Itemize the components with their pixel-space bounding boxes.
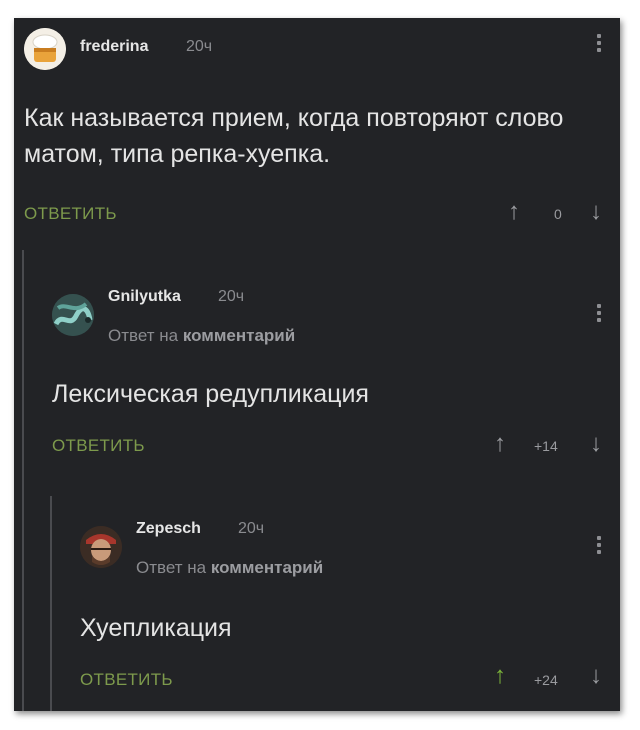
more-options-icon[interactable]: [596, 536, 602, 557]
comment-username[interactable]: Zepesch: [136, 520, 201, 538]
upvote-icon[interactable]: ↑: [508, 200, 520, 224]
pirate-avatar-icon: [80, 526, 122, 568]
comment-username[interactable]: frederina: [80, 38, 148, 56]
more-options-icon[interactable]: [596, 34, 602, 55]
more-options-icon[interactable]: [596, 304, 602, 325]
comment-text: Лексическая редупликация: [52, 380, 369, 408]
comment-text: Хуепликация: [80, 614, 232, 642]
snake-avatar-icon: [52, 294, 94, 336]
comment-time: 20ч: [218, 288, 245, 305]
reply-to-target[interactable]: комментарий: [183, 326, 295, 345]
reply-to-link[interactable]: Ответ на комментарий: [136, 558, 323, 578]
comment-time: 20ч: [186, 38, 213, 55]
reply-button[interactable]: ОТВЕТИТЬ: [24, 204, 117, 224]
comment-text: Как называется прием, когда повторяют сл…: [24, 104, 564, 168]
reply-to-link[interactable]: Ответ на комментарий: [108, 326, 295, 346]
comment-time: 20ч: [238, 520, 265, 537]
comment-thread: frederina 20ч Как называется прием, когд…: [14, 18, 620, 711]
comment-score: +24: [534, 672, 558, 688]
thread-line[interactable]: [22, 250, 24, 711]
comment-username[interactable]: Gnilyutka: [108, 288, 181, 306]
reply-to-prefix: Ответ на: [108, 326, 179, 345]
comment-score: +14: [534, 438, 558, 454]
comment-score: 0: [554, 206, 562, 222]
avatar[interactable]: [80, 526, 122, 568]
downvote-icon[interactable]: ↓: [590, 432, 602, 456]
avatar[interactable]: [24, 28, 66, 70]
avatar[interactable]: [52, 294, 94, 336]
chef-avatar-icon: [24, 28, 66, 70]
thread-line[interactable]: [50, 496, 52, 711]
reply-to-target[interactable]: комментарий: [211, 558, 323, 577]
upvote-icon[interactable]: ↑: [494, 432, 506, 456]
downvote-icon[interactable]: ↓: [590, 200, 602, 224]
upvote-icon[interactable]: ↑: [494, 664, 506, 688]
downvote-icon[interactable]: ↓: [590, 664, 602, 688]
reply-button[interactable]: ОТВЕТИТЬ: [80, 670, 173, 690]
reply-button[interactable]: ОТВЕТИТЬ: [52, 436, 145, 456]
reply-to-prefix: Ответ на: [136, 558, 207, 577]
